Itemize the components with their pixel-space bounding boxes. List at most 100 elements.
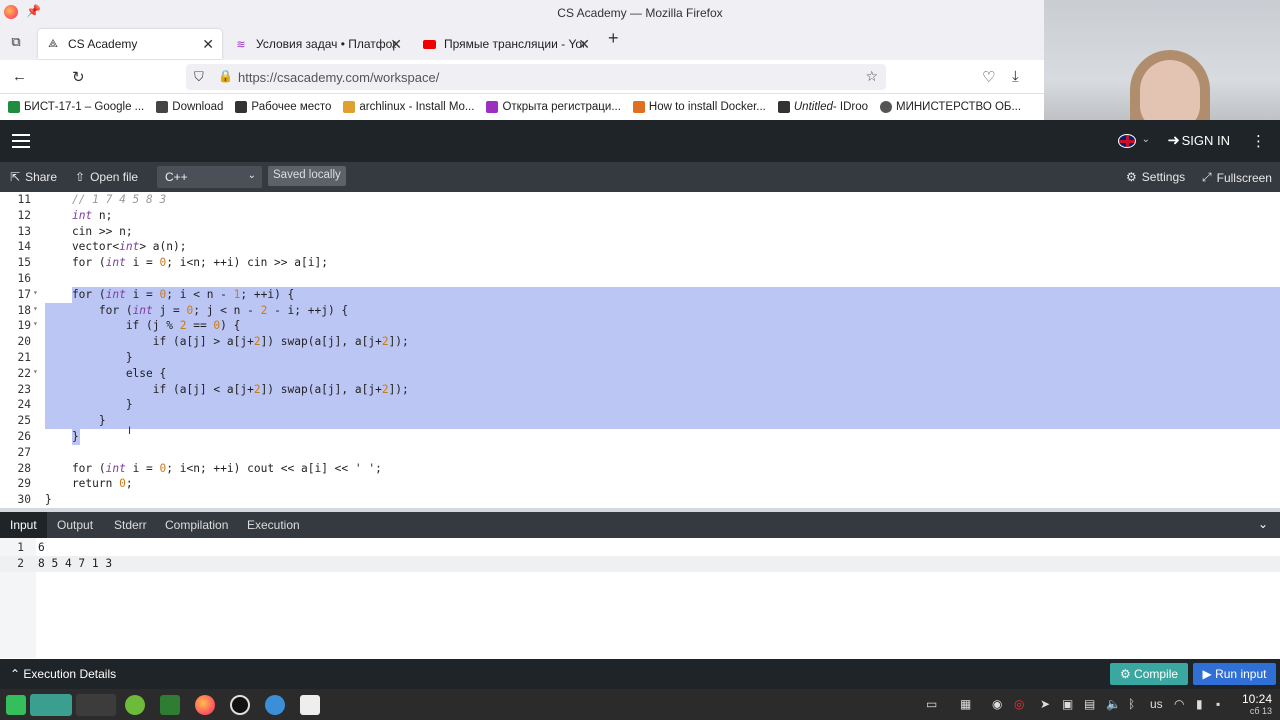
code-line[interactable]: 17 ▾ for (int i = 0; i < n - 1; ++i) { — [0, 286, 1280, 303]
tab-input[interactable]: Input — [0, 512, 47, 538]
code-line[interactable]: 27 — [0, 445, 1280, 461]
fold-arrow-icon[interactable]: ▾ — [33, 319, 38, 328]
tab-execution[interactable]: Execution — [237, 512, 310, 538]
bookmark-item[interactable]: Рабочее место — [235, 101, 331, 113]
screen-icon[interactable]: ▣ — [1062, 697, 1073, 711]
reload-icon[interactable]: ↻ — [72, 68, 85, 86]
input-line[interactable]: 16 — [0, 540, 1280, 556]
language-select[interactable]: C++ ⌄ — [157, 166, 262, 188]
code-line[interactable]: 16 — [0, 271, 1280, 287]
lock-icon[interactable]: 🔒 — [218, 69, 233, 83]
battery-icon[interactable]: ▮ — [1196, 697, 1203, 711]
open-file-button[interactable]: ⇧ Open file — [75, 170, 138, 184]
clipboard-icon[interactable]: ▦ — [960, 697, 971, 711]
clipboard-tray-icon[interactable]: ▤ — [1084, 697, 1095, 711]
code-line[interactable]: 19 ▾ if (j % 2 == 0) { — [0, 318, 1280, 335]
gears-icon: ⚙ — [1119, 667, 1131, 681]
chevron-down-icon[interactable]: ⌄ — [1142, 134, 1150, 145]
text-editor-icon[interactable] — [300, 695, 320, 715]
more-menu-icon[interactable]: ⋮ — [1251, 132, 1266, 150]
code-line[interactable]: 14 vector<int> a(n); — [0, 239, 1280, 255]
code-line[interactable]: 30} — [0, 492, 1280, 508]
obs-icon[interactable] — [230, 695, 250, 715]
code-line[interactable]: 18 ▾ for (int j = 0; j < n - 2 - i; ++j) … — [0, 302, 1280, 319]
fullscreen-button[interactable]: ⤢ Fullscreen — [1202, 170, 1272, 185]
pocket-icon[interactable]: ♡ — [982, 68, 995, 86]
url-bar[interactable]: ⛉ 🔒 https://csacademy.com/workspace/ ☆ — [186, 64, 886, 90]
code-line[interactable]: 23 if (a[j] < a[j+2]) swap(a[j], a[j+2])… — [0, 381, 1280, 398]
tab-compilation[interactable]: Compilation — [155, 512, 238, 538]
code-line[interactable]: 26 } — [0, 429, 1280, 445]
code-line[interactable]: 22 ▾ else { — [0, 365, 1280, 382]
run-input-button[interactable]: ▶ Run input — [1193, 663, 1276, 685]
download-icon[interactable]: ⤓ — [1012, 68, 1019, 85]
execution-details-toggle[interactable]: ⌃ Execution Details — [10, 667, 116, 681]
file-manager-icon[interactable] — [160, 695, 180, 715]
url-text[interactable]: https://csacademy.com/workspace/ — [238, 70, 439, 85]
tab-youtube[interactable]: Прямые трансляции - YouT ✕ — [414, 29, 598, 59]
code-line[interactable]: 20 if (a[j] > a[j+2]) swap(a[j], a[j+2])… — [0, 334, 1280, 350]
line-number: 18 — [17, 303, 31, 317]
close-tab-icon[interactable]: ✕ — [578, 36, 590, 53]
input-editor[interactable]: 1628 5 4 7 1 3 — [0, 538, 1280, 658]
tab-output[interactable]: Output — [47, 512, 103, 538]
obs-tray-icon[interactable]: ◎ — [1014, 697, 1024, 711]
collapse-panel-icon[interactable]: ⌄ — [1258, 517, 1268, 531]
bookmark-item[interactable]: Untitled - IDroo — [777, 101, 868, 113]
send-icon[interactable]: ➤ — [1040, 697, 1050, 711]
hamburger-menu-icon[interactable] — [12, 134, 30, 148]
code-line[interactable]: 25 } — [0, 413, 1280, 429]
fold-arrow-icon[interactable]: ▾ — [33, 304, 38, 313]
bluetooth-icon[interactable]: ᛒ — [1128, 697, 1135, 711]
bookmark-item[interactable]: How to install Docker... — [632, 101, 766, 113]
wifi-icon[interactable]: ◠ — [1174, 697, 1184, 711]
tab-cs-academy[interactable]: ⟁ CS Academy ✕ — [38, 29, 222, 59]
bookmark-item[interactable]: Открыта регистраци... — [486, 101, 621, 113]
app-green-icon[interactable] — [125, 695, 145, 715]
code-line[interactable]: 28 for (int i = 0; i<n; ++i) cout << a[i… — [0, 461, 1280, 477]
tab-usloviya[interactable]: ≋ Условия задач • Платформ ✕ — [226, 29, 410, 59]
firefox-taskbar-icon[interactable] — [195, 695, 215, 715]
settings-button[interactable]: ⚙ Settings — [1126, 170, 1185, 184]
telegram-icon[interactable] — [265, 695, 285, 715]
line-number: 29 — [17, 477, 31, 491]
record-icon[interactable]: ◉ — [992, 697, 1002, 711]
compile-button[interactable]: ⚙ Compile — [1110, 663, 1188, 685]
code-line[interactable]: 12 int n; — [0, 208, 1280, 224]
input-line[interactable]: 2 8 5 4 7 1 3 — [0, 556, 1280, 572]
code-editor[interactable]: 11 // 1 7 4 5 8 3 12 int n; 13 cin >> n; 14… — [0, 192, 1280, 508]
workspace-2-icon[interactable] — [76, 694, 116, 716]
bookmark-item[interactable]: МИНИСТЕРСТВО ОБ... — [880, 101, 1021, 113]
bookmark-item[interactable]: archlinux - Install Mo... — [343, 101, 474, 113]
tab-stderr[interactable]: Stderr — [104, 512, 157, 538]
code-line[interactable]: 29 return 0; — [0, 476, 1280, 492]
window-icon[interactable]: ▭ — [926, 697, 937, 711]
workspace-1-icon[interactable] — [30, 694, 72, 716]
close-tab-icon[interactable]: ✕ — [390, 36, 402, 53]
line-number: 22 — [17, 366, 31, 380]
bookmark-star-icon[interactable]: ☆ — [865, 68, 878, 85]
code-line[interactable]: 15 for (int i = 0; i<n; ++i) cin >> a[i]… — [0, 255, 1280, 271]
new-tab-icon[interactable]: + — [608, 28, 619, 49]
share-button[interactable]: ⇱ Share — [10, 170, 57, 184]
notification-icon[interactable]: ▪ — [1216, 697, 1220, 711]
manjaro-menu-icon[interactable] — [6, 695, 26, 715]
system-clock[interactable]: 10:24 сб 13 — [1242, 693, 1272, 717]
code-line[interactable]: 21 } — [0, 350, 1280, 366]
back-icon[interactable]: ← — [12, 68, 27, 85]
keyboard-layout[interactable]: us — [1150, 697, 1163, 711]
bookmark-item[interactable]: БИСТ-17-1 – Google ... — [8, 101, 144, 113]
fold-arrow-icon[interactable]: ▾ — [33, 288, 38, 297]
code-line[interactable]: 13 cin >> n; — [0, 224, 1280, 240]
close-tab-icon[interactable]: ✕ — [202, 36, 214, 53]
tab-list-icon[interactable]: ⧉ — [8, 34, 24, 50]
bookmark-item[interactable]: Download — [156, 101, 223, 113]
code-line[interactable]: 24 } — [0, 397, 1280, 414]
code-line[interactable]: 11 // 1 7 4 5 8 3 — [0, 192, 1280, 208]
sign-in-icon[interactable]: ➜ — [1167, 131, 1180, 149]
sign-in-button[interactable]: SIGN IN — [1182, 133, 1230, 148]
fold-arrow-icon[interactable]: ▾ — [33, 367, 38, 376]
uk-flag-icon[interactable] — [1118, 134, 1136, 148]
tracking-shield-icon[interactable]: ⛉ — [194, 69, 204, 85]
volume-icon[interactable]: 🔈 — [1106, 697, 1121, 711]
